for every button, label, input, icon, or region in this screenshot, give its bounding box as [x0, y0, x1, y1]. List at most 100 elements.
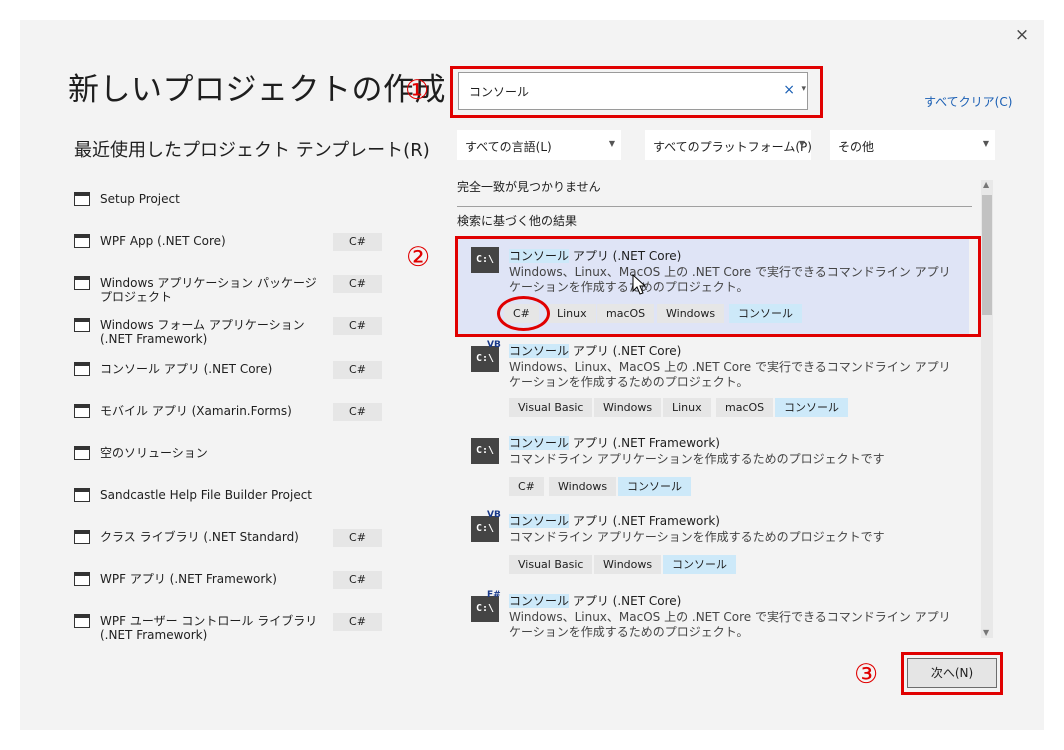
- template-result-item[interactable]: C:\ F# コンソール アプリ (.NET Core) Windows、Linux、…: [457, 590, 969, 638]
- template-tag: macOS: [716, 398, 774, 417]
- clear-search-icon[interactable]: ×: [783, 82, 795, 98]
- template-result-item[interactable]: C:\ コンソール アプリ (.NET Framework) コマンドライン アプリ…: [457, 432, 969, 502]
- search-input[interactable]: [469, 84, 769, 98]
- language-filter-dropdown[interactable]: すべての言語(L) ▼: [457, 130, 621, 160]
- template-tag: C#: [509, 477, 544, 496]
- package-project-icon: [74, 276, 90, 290]
- next-button[interactable]: 次へ(N): [907, 658, 997, 688]
- console-app-icon: [74, 362, 90, 376]
- template-tag: Visual Basic: [509, 398, 593, 417]
- template-title-rest: アプリ (.NET Core): [569, 594, 682, 608]
- wpf-app-icon: [74, 234, 90, 248]
- recent-template-label: WPF アプリ (.NET Framework): [100, 572, 277, 586]
- search-highlight: コンソール: [509, 436, 570, 450]
- recent-template-item[interactable]: コンソール アプリ (.NET Core) C#: [74, 356, 382, 384]
- template-result-item[interactable]: C:\ VB コンソール アプリ (.NET Core) Windows、Linux、…: [457, 340, 969, 428]
- project-type-filter-label: その他: [838, 140, 875, 154]
- template-title-rest: アプリ (.NET Core): [569, 344, 682, 358]
- mouse-cursor-icon: [632, 273, 647, 295]
- annotation-number-3: ③: [854, 659, 879, 690]
- template-tag: Linux: [663, 398, 711, 417]
- language-tag: C#: [333, 275, 382, 293]
- template-description: Windows、Linux、MacOS 上の .NET Core で実行できるコ…: [509, 610, 951, 638]
- language-badge: F#: [487, 590, 501, 600]
- template-description: コマンドライン アプリケーションを作成するためのプロジェクトです: [509, 530, 885, 544]
- template-tag: Windows: [594, 555, 662, 574]
- platform-filter-dropdown[interactable]: すべてのプラットフォーム(P) ▼: [645, 130, 812, 160]
- clear-all-link[interactable]: すべてクリア(C): [924, 93, 1012, 110]
- template-title: コンソール アプリ (.NET Core): [509, 342, 681, 359]
- recent-template-item[interactable]: Setup Project: [74, 186, 374, 214]
- recent-template-item[interactable]: WPF アプリ (.NET Framework) C#: [74, 566, 382, 594]
- language-tag: C#: [333, 403, 382, 421]
- recent-template-label: Setup Project: [100, 192, 180, 206]
- chevron-down-icon: ▼: [608, 139, 615, 148]
- recent-templates-heading: 最近使用したプロジェクト テンプレート(R): [74, 140, 430, 161]
- language-tag: C#: [333, 361, 382, 379]
- recent-template-label: Windows アプリケーション パッケージ プロジェクト: [100, 276, 317, 304]
- search-highlight: コンソール: [509, 514, 570, 528]
- recent-template-label: WPF ユーザー コントロール ライブラリ (.NET Framework): [100, 614, 318, 642]
- annotation-ellipse-csharp: [497, 296, 550, 331]
- language-tag: C#: [333, 613, 382, 631]
- template-title: コンソール アプリ (.NET Core): [509, 592, 681, 609]
- search-box[interactable]: × ▾: [458, 72, 808, 110]
- scrollbar-thumb[interactable]: [982, 195, 992, 315]
- recent-template-item[interactable]: Sandcastle Help File Builder Project: [74, 482, 374, 510]
- blank-solution-icon: [74, 446, 90, 460]
- recent-template-item[interactable]: WPF ユーザー コントロール ライブラリ (.NET Framework) C#: [74, 608, 382, 642]
- template-title: コンソール アプリ (.NET Framework): [509, 434, 720, 451]
- scroll-down-icon[interactable]: ▼: [983, 628, 989, 637]
- scroll-up-icon[interactable]: ▲: [983, 180, 989, 189]
- search-highlight: コンソール: [509, 344, 570, 358]
- close-icon[interactable]: ×: [1013, 26, 1031, 44]
- recent-template-item[interactable]: WPF App (.NET Core) C#: [74, 228, 382, 256]
- recent-template-item[interactable]: Windows アプリケーション パッケージ プロジェクト C#: [74, 270, 382, 304]
- recent-template-label: モバイル アプリ (Xamarin.Forms): [100, 404, 292, 418]
- console-app-icon: C:\: [471, 438, 499, 464]
- recent-template-item[interactable]: クラス ライブラリ (.NET Standard) C#: [74, 524, 382, 552]
- template-description: Windows、Linux、MacOS 上の .NET Core で実行できるコ…: [509, 360, 951, 389]
- project-type-filter-dropdown[interactable]: その他 ▼: [830, 130, 995, 160]
- divider: [457, 206, 972, 207]
- search-highlight: コンソール: [509, 594, 570, 608]
- mobile-app-icon: [74, 404, 90, 418]
- language-badge: VB: [487, 340, 501, 350]
- template-tag: Windows: [594, 398, 662, 417]
- template-title-rest: アプリ (.NET Framework): [569, 514, 720, 528]
- recent-template-item[interactable]: モバイル アプリ (Xamarin.Forms) C#: [74, 398, 382, 426]
- wpf-user-control-icon: [74, 614, 90, 628]
- language-filter-label: すべての言語(L): [465, 140, 552, 154]
- recent-template-label: 空のソリューション: [100, 446, 208, 460]
- annotation-number-1: ①: [405, 75, 430, 106]
- recent-template-label: Sandcastle Help File Builder Project: [100, 488, 313, 502]
- recent-template-item[interactable]: Windows フォーム アプリケーション (.NET Framework) C#: [74, 312, 382, 346]
- search-history-dropdown-icon[interactable]: ▾: [801, 84, 806, 94]
- recent-template-item[interactable]: 空のソリューション: [74, 440, 374, 468]
- wpf-framework-icon: [74, 572, 90, 586]
- recent-template-label: Windows フォーム アプリケーション (.NET Framework): [100, 318, 305, 346]
- chevron-down-icon: ▼: [982, 139, 989, 148]
- recent-template-label: コンソール アプリ (.NET Core): [100, 362, 273, 376]
- language-badge: VB: [487, 510, 501, 520]
- class-library-icon: [74, 530, 90, 544]
- annotation-number-2: ②: [406, 242, 431, 273]
- language-tag: C#: [333, 317, 382, 335]
- winforms-icon: [74, 318, 90, 332]
- platform-filter-label: すべてのプラットフォーム(P): [653, 140, 812, 154]
- template-title: コンソール アプリ (.NET Framework): [509, 512, 720, 529]
- page-title: 新しいプロジェクトの作成: [68, 72, 446, 108]
- template-title-rest: アプリ (.NET Framework): [569, 436, 720, 450]
- recent-template-label: クラス ライブラリ (.NET Standard): [100, 530, 299, 544]
- template-result-item[interactable]: C:\ VB コンソール アプリ (.NET Framework) コマンドライン ア…: [457, 510, 969, 580]
- no-exact-match-text: 完全一致が見つかりません: [457, 180, 601, 194]
- other-results-heading: 検索に基づく他の結果: [457, 214, 578, 228]
- template-tag: Visual Basic: [509, 555, 593, 574]
- language-tag: C#: [333, 233, 382, 251]
- language-tag: C#: [333, 571, 382, 589]
- sandcastle-icon: [74, 488, 90, 502]
- template-tag: コンソール: [618, 477, 691, 496]
- template-description: コマンドライン アプリケーションを作成するためのプロジェクトです: [509, 452, 885, 466]
- chevron-down-icon: ▼: [798, 139, 805, 148]
- recent-template-label: WPF App (.NET Core): [100, 234, 226, 248]
